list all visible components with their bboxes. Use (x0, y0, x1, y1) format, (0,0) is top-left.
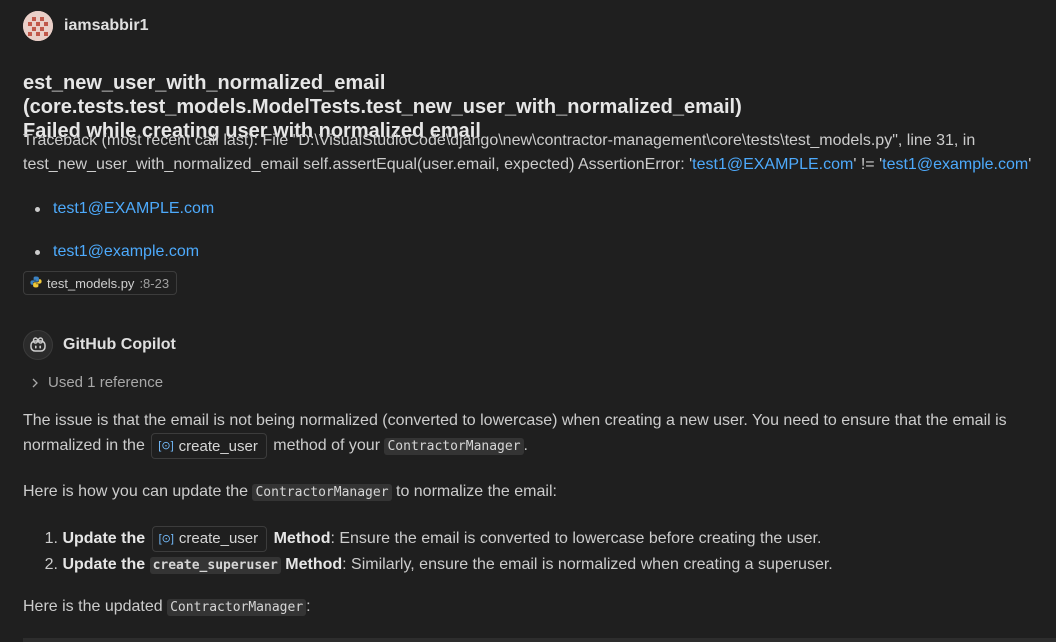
line-range: :8-23 (139, 275, 170, 291)
symbol-chip-create-user[interactable]: [⊙] create_user (151, 433, 267, 459)
step-text: : Ensure the email is converted to lower… (330, 530, 822, 547)
text: Here is the updated (23, 598, 168, 615)
steps-list: 1. Update the [⊙] create_user Method: Ens… (23, 526, 833, 578)
email-links-list: test1@EXAMPLE.com test1@example.com (33, 198, 214, 263)
text: to normalize the email: (391, 483, 557, 500)
username: iamsabbir1 (64, 17, 149, 34)
response-paragraph-3: Here is the updated ContractorManager: (23, 594, 1033, 620)
code-block-top-edge (23, 638, 1056, 642)
email-link[interactable]: test1@example.com (53, 243, 199, 260)
copilot-message-header: GitHub Copilot (23, 330, 176, 360)
chevron-right-icon (32, 378, 38, 387)
text: Here is how you can update the (23, 483, 253, 500)
list-item: 2. Update the create_superuser Method: S… (23, 552, 833, 578)
copilot-avatar (23, 330, 53, 360)
response-paragraph-2: Here is how you can update the Contracto… (23, 479, 1033, 505)
step-title: Update the (62, 530, 146, 547)
copilot-name: GitHub Copilot (63, 336, 176, 353)
title-line-1: est_new_user_with_normalized_email (core… (23, 72, 742, 118)
list-item: 1. Update the [⊙] create_user Method: Ens… (23, 526, 833, 552)
traceback-post: ' (1028, 156, 1032, 173)
avatar[interactable] (23, 11, 53, 41)
symbol-label: create_user (178, 437, 258, 455)
email-link[interactable]: test1@EXAMPLE.com (53, 200, 214, 217)
copilot-icon (30, 337, 46, 352)
traceback-mid: ' != ' (853, 156, 883, 173)
inline-code: create_superuser (149, 556, 281, 574)
file-reference-chip[interactable]: test_models.py:8-23 (23, 271, 178, 295)
inline-code: ContractorManager (167, 599, 307, 616)
response-paragraph-1: The issue is that the email is not being… (23, 408, 1033, 459)
python-icon (30, 276, 42, 291)
user-message-header: iamsabbir1 (23, 11, 148, 41)
symbol-label: create_user (178, 530, 259, 547)
traceback-text: Traceback (most recent call last): File … (23, 129, 1033, 177)
step-title-suffix: Method (285, 556, 343, 573)
step-text: : Similarly, ensure the email is normali… (342, 556, 833, 573)
inline-code: ContractorManager (252, 484, 392, 501)
traceback-email-link-2[interactable]: test1@example.com (882, 156, 1028, 173)
references-toggle[interactable]: Used 1 reference (31, 374, 163, 391)
list-item: test1@example.com (33, 241, 214, 263)
symbol-method-icon: [⊙] (158, 533, 174, 545)
step-number: 2. (44, 556, 58, 573)
references-label: Used 1 reference (48, 374, 164, 391)
text: : (306, 598, 311, 615)
text: method of your (268, 437, 385, 455)
step-title-suffix: Method (273, 530, 331, 547)
step-number: 1. (44, 530, 58, 547)
file-name: test_models.py (47, 275, 135, 291)
symbol-chip-create-user[interactable]: [⊙] create_user (151, 526, 268, 552)
step-title: Update the (62, 556, 146, 573)
text: . (523, 437, 528, 455)
inline-code: ContractorManager (384, 438, 524, 456)
list-item: test1@EXAMPLE.com (33, 198, 214, 220)
symbol-method-icon: [⊙] (158, 439, 174, 452)
traceback-email-link-1[interactable]: test1@EXAMPLE.com (692, 156, 853, 173)
chat-panel: iamsabbir1 est_new_user_with_normalized_… (0, 0, 1056, 642)
